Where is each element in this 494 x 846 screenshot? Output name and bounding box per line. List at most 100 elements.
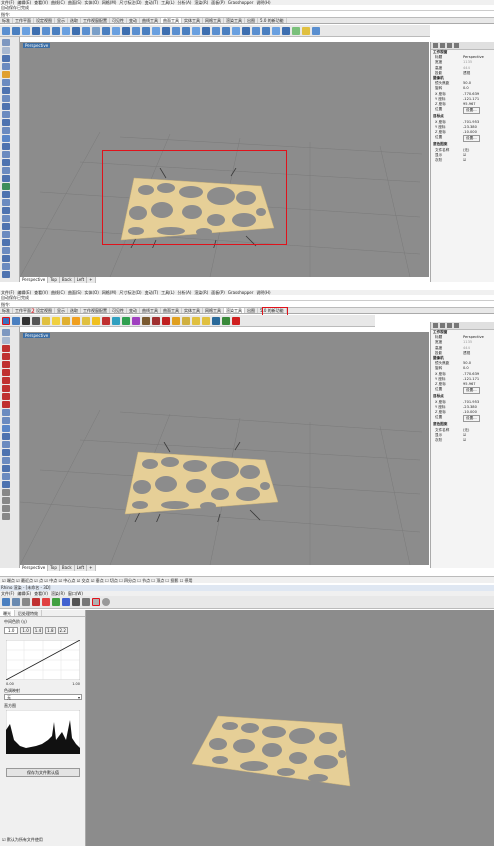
set-target-button[interactable]: 设置... [463,415,480,423]
pan-icon[interactable] [1,496,10,504]
zebra-icon[interactable] [302,26,310,35]
tab-render-tools[interactable]: 渲染工具 [224,308,245,313]
tab-transform[interactable]: 变动 [127,18,140,23]
curve-icon[interactable] [1,352,10,360]
view-tab-perspective[interactable]: Perspective [20,565,49,571]
network-surface-icon[interactable] [82,26,90,35]
polygon-icon[interactable] [1,102,10,110]
dir-icon[interactable] [262,26,270,35]
snap-point[interactable]: ☑ 点 [34,578,43,583]
mesh-icon[interactable] [1,456,10,464]
polygon-icon[interactable] [1,392,10,400]
tab-curve-tools[interactable]: 曲线工具 [140,18,161,23]
planar-surface-icon[interactable] [22,26,30,35]
sweep2-icon[interactable] [72,26,80,35]
ellipse-icon[interactable] [1,376,10,384]
arc-icon[interactable] [1,368,10,376]
linear-light-icon[interactable] [72,316,80,325]
grayscale-checkbox[interactable]: ☑ [463,158,466,163]
tone-curve-graph[interactable] [6,640,80,680]
properties-icon[interactable] [433,323,438,328]
unroll-icon[interactable] [212,26,220,35]
add-view-tab[interactable]: + [87,277,96,283]
default-for-all-checkbox[interactable]: ☑ 默认为所有文件使用 [2,837,43,843]
rectangle-icon[interactable] [1,94,10,102]
view-tab-left[interactable]: Left [75,565,88,571]
compare-icon[interactable] [82,598,90,606]
tab-setview[interactable]: 设定视图 [34,18,55,23]
flow-along-surface-icon[interactable] [222,26,230,35]
set-position-button[interactable]: 设置... [463,387,480,395]
sun-icon[interactable] [92,316,100,325]
snap-perp[interactable]: ☑ 垂点 [91,578,104,583]
tab-setview[interactable]: 设定视图 [34,308,55,313]
save-as-default-button[interactable]: 保存为文件默认值 [6,768,80,777]
plane-icon[interactable] [1,424,10,432]
trim-icon[interactable] [182,26,190,35]
point-icon[interactable] [1,46,10,54]
render-teapot-icon[interactable] [2,316,10,325]
mirror-icon[interactable] [1,254,10,262]
polyline-icon[interactable] [1,54,10,62]
snap-near[interactable]: ☑ 最近点 [16,578,33,583]
command-line[interactable]: 指令: [0,11,494,18]
revolve-icon[interactable] [52,26,60,35]
blend-surface-icon[interactable] [102,26,110,35]
display-icon[interactable] [447,323,452,328]
mesh-icon[interactable] [1,166,10,174]
scale-icon[interactable] [1,246,10,254]
texture-palette-icon[interactable] [122,316,130,325]
environment-icon[interactable] [292,26,300,35]
circle-icon[interactable] [1,360,10,368]
tab-visibility[interactable]: 可见性 [110,308,127,313]
tab-curve-tools[interactable]: 曲线工具 [140,308,161,313]
blue-channel-icon[interactable] [62,598,70,606]
sun-angle-icon[interactable] [172,316,180,325]
help-icon[interactable] [454,43,459,48]
rgb-channel-icon[interactable] [32,598,40,606]
grayscale-checkbox[interactable]: ☑ [463,438,466,443]
tab-drafting[interactable]: 出图 [245,308,258,313]
add-view-tab[interactable]: + [87,565,96,571]
render-options-icon[interactable] [202,316,210,325]
layers-icon[interactable] [440,43,445,48]
point-icon[interactable] [1,336,10,344]
gamma-preset-4[interactable]: 2.2 [57,627,68,634]
tab-surface-tools[interactable]: 曲面工具 [161,308,182,313]
snap-int[interactable]: ☑ 交点 [77,578,90,583]
tab-cplane[interactable]: 工作平面 [13,18,34,23]
tab-display[interactable]: 显示 [55,308,68,313]
surface-edge-icon[interactable] [12,26,20,35]
tab-display[interactable]: 显示 [55,18,68,23]
split-icon[interactable] [1,206,10,214]
zoom-window-icon[interactable] [1,504,10,512]
text-icon[interactable] [1,464,10,472]
stop-icon[interactable] [102,598,110,606]
group-icon[interactable] [1,214,10,222]
snap-center[interactable]: ☑ 中心点 [59,578,76,583]
snap-disable[interactable]: ☐ 停用 [180,578,193,583]
sweep1-icon[interactable] [62,26,70,35]
array-icon[interactable] [1,262,10,270]
box-icon[interactable] [1,440,10,448]
skylight-icon[interactable] [182,316,190,325]
fillet-curve-icon[interactable] [1,118,10,126]
red-channel-icon[interactable] [42,598,50,606]
rectangular-light-icon[interactable] [82,316,90,325]
explode-icon[interactable] [1,480,10,488]
environment-editor-icon[interactable] [112,316,120,325]
tab-mesh-tools[interactable]: 网格工具 [203,308,224,313]
set-target-button[interactable]: 设置... [463,135,480,143]
tween-icon[interactable] [282,26,290,35]
tab-render-tools[interactable]: 渲染工具 [224,18,245,23]
snap-end[interactable]: ☑ 端点 [2,578,15,583]
view-tab-perspective[interactable]: Perspective [20,277,49,283]
snapshot-icon[interactable] [222,316,230,325]
capture-icon[interactable] [212,316,220,325]
join-icon[interactable] [1,472,10,480]
join-icon[interactable] [1,182,10,190]
help-icon[interactable] [454,323,459,328]
zoom-icon[interactable] [1,488,10,496]
view-tab-left[interactable]: Left [75,277,88,283]
view-tab-back[interactable]: Back [60,277,75,283]
